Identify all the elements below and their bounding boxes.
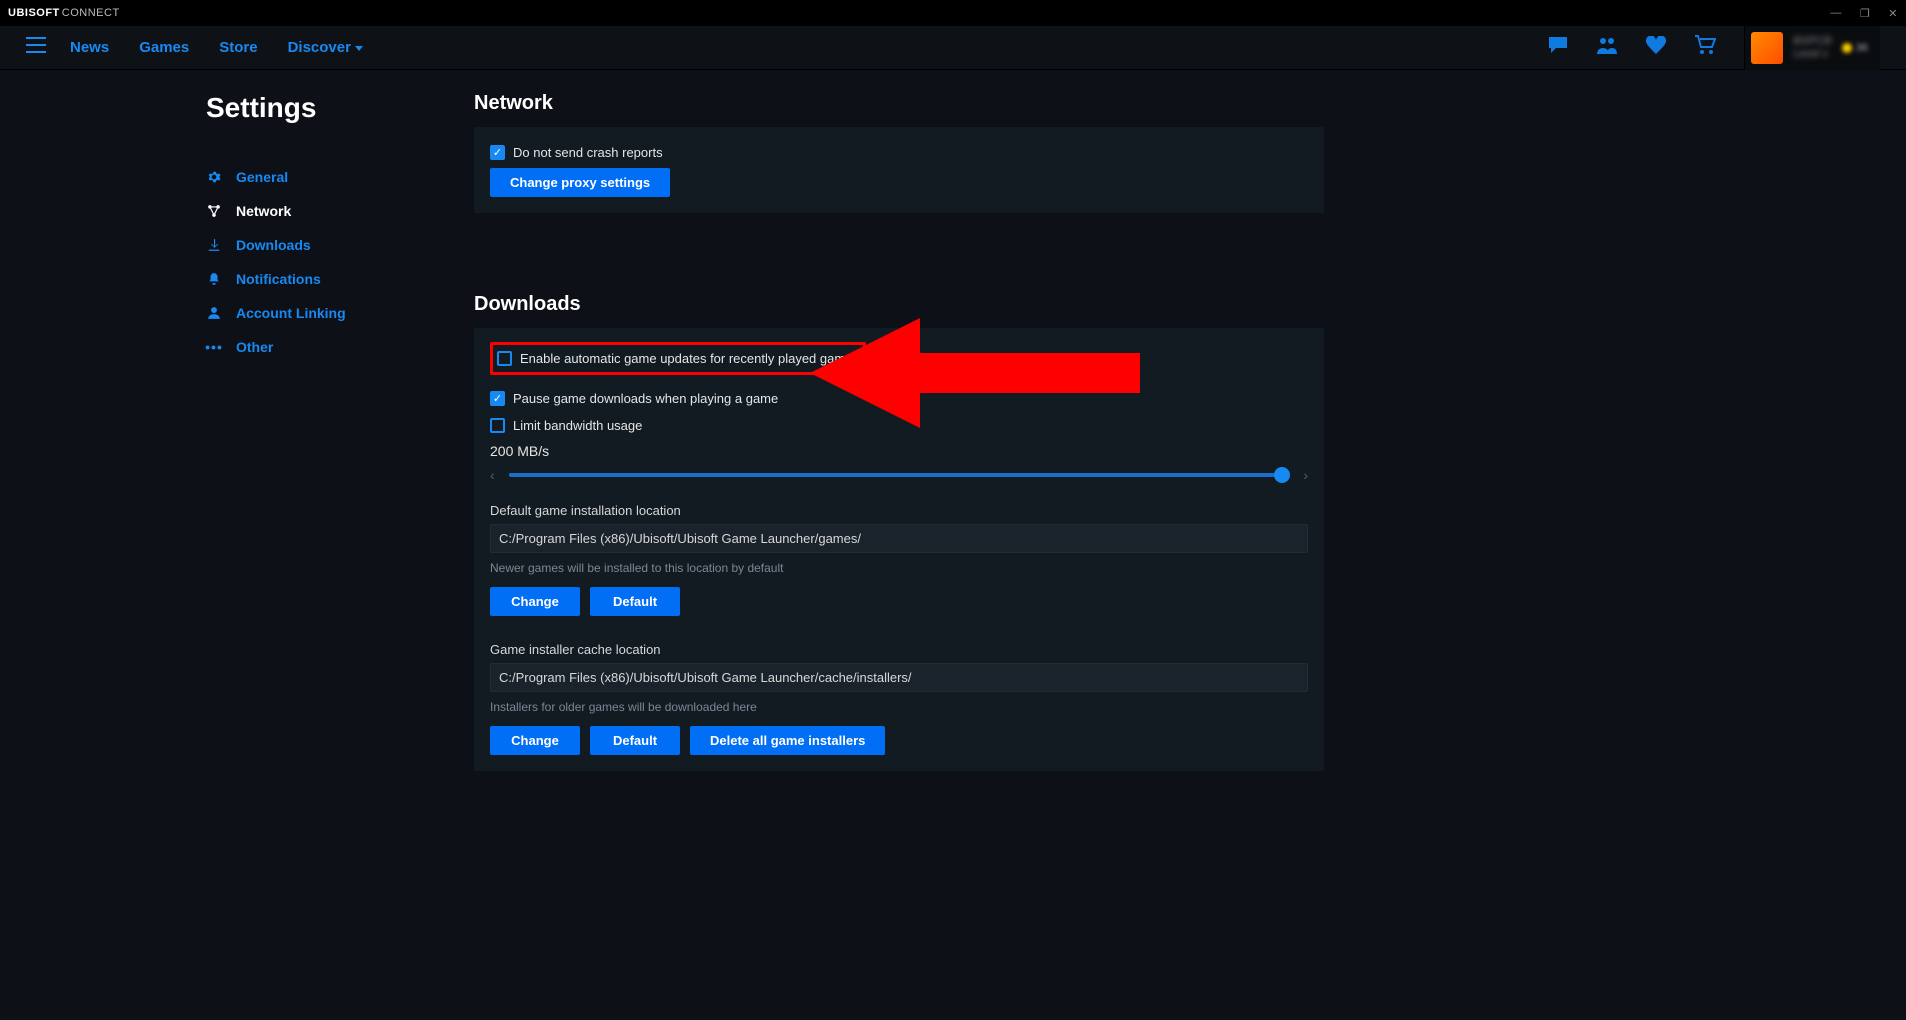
chat-icon[interactable]: [1548, 36, 1568, 59]
sidebar-item-account-linking[interactable]: Account Linking: [206, 296, 444, 330]
slider-handle[interactable]: [1274, 467, 1290, 483]
profile-text: BGPCB Level x: [1793, 35, 1832, 59]
limit-bandwidth-row: Limit bandwidth usage: [490, 414, 1308, 437]
install-change-button[interactable]: Change: [490, 587, 580, 616]
friends-icon[interactable]: [1596, 36, 1618, 59]
bandwidth-slider: ‹ ›: [490, 467, 1308, 483]
sidebar-item-general[interactable]: General: [206, 160, 444, 194]
window-controls: — ❐ ✕: [1830, 7, 1898, 20]
profile-sub: Level x: [1793, 48, 1832, 60]
maximize-icon[interactable]: ❐: [1860, 7, 1870, 20]
currency: 36: [1842, 42, 1868, 54]
settings-content: Network ✓ Do not send crash reports Chan…: [474, 92, 1324, 771]
sidebar-item-label: Downloads: [236, 237, 311, 253]
nav-discover[interactable]: Discover: [282, 39, 369, 56]
sidebar-item-label: Network: [236, 203, 291, 219]
crash-report-row: ✓ Do not send crash reports: [490, 141, 1308, 164]
network-card: ✓ Do not send crash reports Change proxy…: [474, 127, 1324, 213]
section-heading-network: Network: [474, 92, 1324, 115]
slider-decrement-icon[interactable]: ‹: [490, 467, 495, 483]
cache-location-hint: Installers for older games will be downl…: [490, 700, 1308, 714]
bandwidth-value: 200 MB/s: [490, 443, 1308, 459]
main-area: Settings General Network Downloads Notif…: [0, 70, 1906, 771]
install-location-label: Default game installation location: [490, 503, 1308, 518]
delete-installers-button[interactable]: Delete all game installers: [690, 726, 885, 755]
heart-icon[interactable]: [1646, 36, 1666, 59]
sidebar-item-other[interactable]: ••• Other: [206, 330, 444, 364]
avatar: [1751, 32, 1783, 64]
crash-report-checkbox[interactable]: ✓: [490, 145, 505, 160]
auto-update-row: Enable automatic game updates for recent…: [497, 347, 859, 370]
cart-icon[interactable]: [1694, 35, 1716, 60]
close-icon[interactable]: ✕: [1888, 7, 1898, 20]
cache-default-button[interactable]: Default: [590, 726, 680, 755]
auto-update-label: Enable automatic game updates for recent…: [520, 351, 859, 366]
limit-bandwidth-label: Limit bandwidth usage: [513, 418, 642, 433]
cache-location-label: Game installer cache location: [490, 642, 1308, 657]
limit-bandwidth-checkbox[interactable]: [490, 418, 505, 433]
ellipsis-icon: •••: [206, 339, 222, 355]
sidebar-item-network[interactable]: Network: [206, 194, 444, 228]
cache-location-buttons: Change Default Delete all game installer…: [490, 726, 1308, 755]
network-icon: [206, 204, 222, 218]
highlighted-auto-update-row: Enable automatic game updates for recent…: [490, 342, 866, 375]
downloads-card: Enable automatic game updates for recent…: [474, 328, 1324, 771]
nav-games[interactable]: Games: [133, 39, 195, 56]
user-icon: [206, 306, 222, 320]
crash-report-label: Do not send crash reports: [513, 145, 663, 160]
nav-store[interactable]: Store: [213, 39, 263, 56]
pause-downloads-row: ✓ Pause game downloads when playing a ga…: [490, 387, 1308, 410]
install-location-hint: Newer games will be installed to this lo…: [490, 561, 1308, 575]
minimize-icon[interactable]: —: [1830, 7, 1842, 19]
sidebar-item-label: Other: [236, 339, 273, 355]
nav-discover-label: Discover: [288, 39, 351, 56]
sidebar-item-label: Account Linking: [236, 305, 346, 321]
slider-increment-icon[interactable]: ›: [1303, 467, 1308, 483]
coin-icon: [1842, 43, 1852, 53]
pause-downloads-label: Pause game downloads when playing a game: [513, 391, 778, 406]
install-default-button[interactable]: Default: [590, 587, 680, 616]
brand-second: CONNECT: [62, 7, 120, 19]
download-icon: [206, 238, 222, 252]
settings-sidebar: Settings General Network Downloads Notif…: [0, 92, 474, 771]
install-location-buttons: Change Default: [490, 587, 1308, 616]
sidebar-item-label: Notifications: [236, 271, 321, 287]
chevron-down-icon: [355, 46, 363, 51]
hamburger-menu-icon[interactable]: [26, 37, 46, 58]
bell-icon: [206, 272, 222, 286]
install-location-field[interactable]: [490, 524, 1308, 553]
gear-icon: [206, 170, 222, 184]
profile-area[interactable]: BGPCB Level x 36: [1744, 26, 1880, 70]
top-nav: News Games Store Discover BGPCB Level x …: [0, 26, 1906, 70]
top-right-icons: BGPCB Level x 36: [1548, 26, 1880, 70]
currency-amount: 36: [1856, 42, 1868, 54]
brand-first: UBISOFT: [8, 7, 60, 19]
sidebar-item-label: General: [236, 169, 288, 185]
nav-news[interactable]: News: [64, 39, 115, 56]
cache-change-button[interactable]: Change: [490, 726, 580, 755]
slider-track[interactable]: [509, 473, 1290, 477]
section-heading-downloads: Downloads: [474, 293, 1324, 316]
change-proxy-button[interactable]: Change proxy settings: [490, 168, 670, 197]
sidebar-item-notifications[interactable]: Notifications: [206, 262, 444, 296]
slider-fill: [509, 473, 1274, 477]
sidebar-item-downloads[interactable]: Downloads: [206, 228, 444, 262]
profile-name: BGPCB: [1793, 35, 1832, 47]
page-title: Settings: [206, 92, 444, 124]
auto-update-checkbox[interactable]: [497, 351, 512, 366]
cache-location-field[interactable]: [490, 663, 1308, 692]
pause-downloads-checkbox[interactable]: ✓: [490, 391, 505, 406]
window-titlebar: UBISOFT CONNECT — ❐ ✕: [0, 0, 1906, 26]
